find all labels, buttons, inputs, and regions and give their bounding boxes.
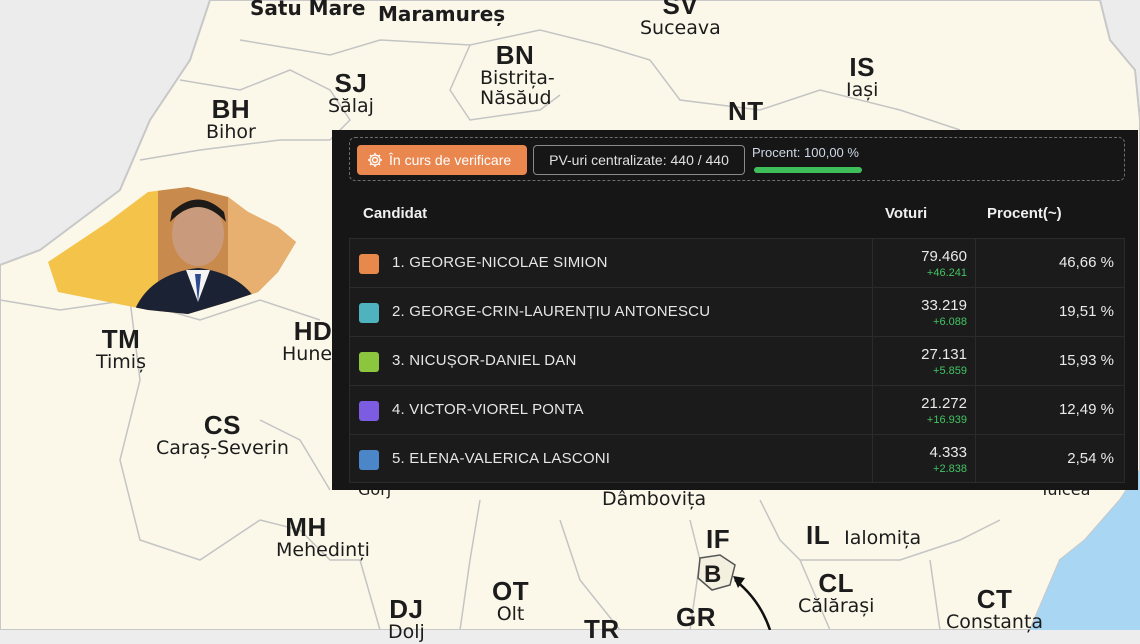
candidate-name: 3. NICUȘOR-DANIEL DAN [392, 352, 577, 369]
county-bucuresti: B [704, 561, 722, 588]
percent-progress: Procent: 100,00 % [752, 145, 912, 175]
election-results-panel: În curs de verificare PV-uri centralizat… [332, 130, 1138, 490]
county-timis: TM Timiș [96, 324, 146, 374]
header-votes: Voturi [885, 205, 928, 222]
votes-cell: 79.460 +46.241 [872, 239, 976, 287]
candidate-color-swatch [359, 352, 379, 372]
percent-label: Procent: 100,00 % [752, 145, 859, 160]
candidate-name: 1. GEORGE-NICOLAE SIMION [392, 254, 608, 271]
votes-cell: 33.219 +6.088 [872, 288, 976, 336]
table-row: 5. ELENA-VALERICA LASCONI 4.333 +2.838 2… [349, 434, 1125, 483]
county-giurgiu: GR [676, 602, 716, 632]
county-maramures: Maramureș [378, 2, 506, 26]
candidate-portrait [48, 187, 296, 314]
votes-cell: 4.333 +2.838 [872, 435, 976, 483]
pv-centralized-badge: PV-uri centralizate: 440 / 440 [533, 145, 745, 175]
candidate-name: 2. GEORGE-CRIN-LAURENȚIU ANTONESCU [392, 303, 711, 320]
county-suceava: SV Suceava [640, 0, 721, 40]
header-candidate: Candidat [363, 205, 428, 222]
candidate-name: 5. ELENA-VALERICA LASCONI [392, 450, 611, 467]
candidate-name: 4. VICTOR-VIOREL PONTA [392, 401, 584, 418]
county-constanta: CT Constanța [946, 584, 1044, 634]
county-caras-severin: CS Caraș-Severin [156, 410, 289, 460]
votes-value: 33.219 [921, 297, 967, 314]
votes-delta: +16.939 [926, 414, 967, 426]
votes-delta: +6.088 [933, 316, 967, 328]
votes-delta: +5.859 [933, 365, 967, 377]
gear-icon [367, 152, 383, 168]
verification-status-button[interactable]: În curs de verificare [357, 145, 527, 175]
percent-value: 12,49 % [1058, 401, 1114, 418]
county-olt: OT Olt [492, 576, 530, 626]
table-row: 2. GEORGE-CRIN-LAURENȚIU ANTONESCU 33.21… [349, 287, 1125, 336]
status-bar: În curs de verificare PV-uri centralizat… [349, 137, 1125, 181]
table-row: 4. VICTOR-VIOREL PONTA 21.272 +16.939 12… [349, 385, 1125, 434]
results-table-body: 1. GEORGE-NICOLAE SIMION 79.460 +46.241 … [349, 238, 1125, 483]
county-dambovita: Dâmbovița [602, 488, 707, 510]
table-row: 3. NICUȘOR-DANIEL DAN 27.131 +5.859 15,9… [349, 336, 1125, 385]
county-satu-mare: Satu Mare [250, 0, 366, 20]
candidate-color-swatch [359, 254, 379, 274]
county-bihor: BH Bihor [206, 94, 256, 144]
candidate-color-swatch [359, 401, 379, 421]
county-ilfov: IF [706, 524, 731, 554]
votes-value: 21.272 [921, 395, 967, 412]
votes-value: 4.333 [929, 444, 967, 461]
table-row: 1. GEORGE-NICOLAE SIMION 79.460 +46.241 … [349, 238, 1125, 287]
votes-value: 79.460 [921, 248, 967, 265]
votes-cell: 27.131 +5.859 [872, 337, 976, 385]
county-ialomita: IL Ialomița [806, 520, 922, 550]
county-dolj: DJ Dolj [388, 594, 425, 644]
county-calarasi: CL Călărași [798, 568, 875, 618]
votes-delta: +46.241 [926, 267, 967, 279]
votes-value: 27.131 [921, 346, 967, 363]
header-percent: Procent(~) [987, 205, 1062, 222]
county-bistrita-nasaud: BN Bistrița-Năsăud [480, 40, 555, 110]
percent-value: 46,66 % [1058, 254, 1114, 271]
candidate-color-swatch [359, 303, 379, 323]
pv-centralized-label: PV-uri centralizate: 440 / 440 [549, 152, 729, 168]
results-table-header: Candidat Voturi Procent(~) [349, 200, 1125, 226]
votes-delta: +2.838 [933, 463, 967, 475]
candidate-color-swatch [359, 450, 379, 470]
percent-progress-track [754, 167, 862, 173]
percent-value: 19,51 % [1058, 303, 1114, 320]
votes-cell: 21.272 +16.939 [872, 386, 976, 434]
county-neamt: NT [728, 96, 764, 126]
county-iasi: IS Iași [846, 52, 879, 102]
percent-value: 2,54 % [1067, 450, 1114, 467]
county-mehedinti: MH Mehedinți [276, 512, 370, 562]
county-salaj: SJ Sălaj [328, 68, 374, 118]
verification-status-label: În curs de verificare [389, 152, 512, 168]
percent-progress-fill [754, 167, 862, 173]
percent-value: 15,93 % [1058, 352, 1114, 369]
